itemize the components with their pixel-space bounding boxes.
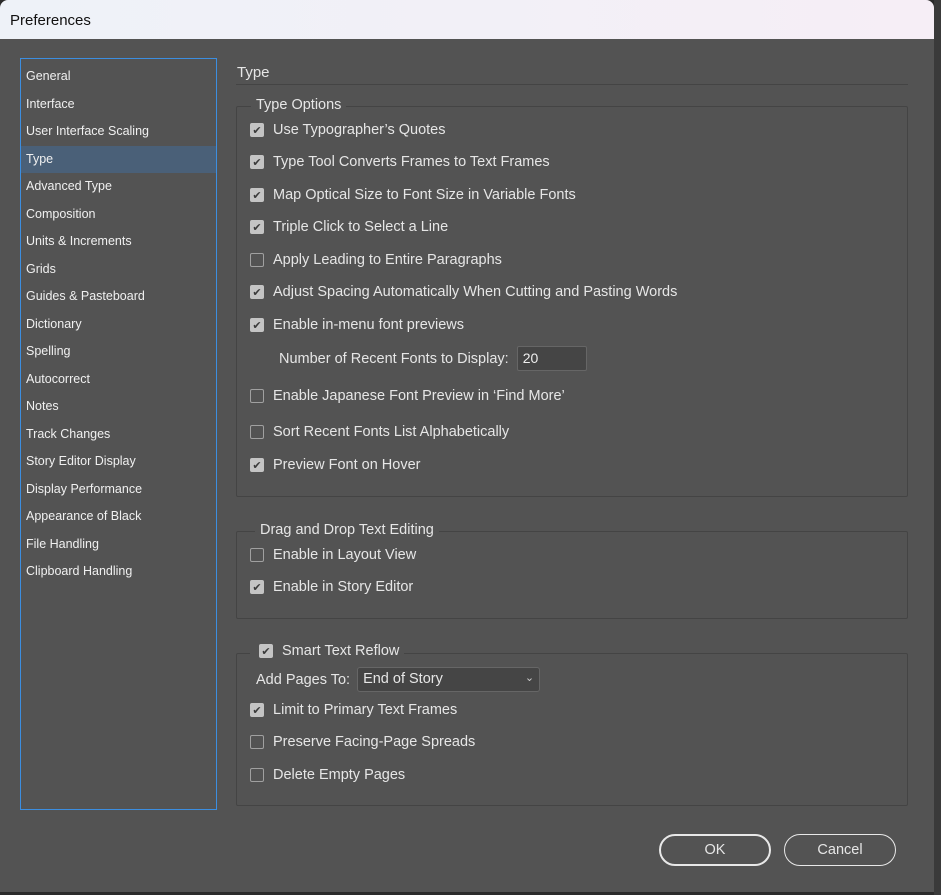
recent-fonts-row: Number of Recent Fonts to Display: 20 [279, 346, 587, 371]
option-label: Enable Japanese Font Preview in ‘Find Mo… [273, 388, 565, 404]
add-pages-label: Add Pages To: [256, 671, 351, 688]
option-label: Preserve Facing-Page Spreads [273, 734, 476, 750]
add-pages-row: Add Pages To: End of Story ⌄ [256, 667, 541, 692]
chevron-down-icon: ⌄ [524, 672, 535, 684]
checkbox-checked-icon: ✔ [250, 123, 264, 137]
sidebar-item-general[interactable]: General [21, 63, 216, 91]
checkbox-checked-icon: ✔ [250, 220, 264, 234]
checkbox-unchecked-icon [250, 735, 264, 749]
preferences-dialog: Preferences General Interface User Interfa… [0, 0, 934, 892]
add-pages-value: End of Story [363, 671, 443, 687]
option-label: Delete Empty Pages [273, 767, 406, 783]
recent-fonts-label: Number of Recent Fonts to Display: [279, 350, 509, 367]
checkbox-unchecked-icon [250, 425, 264, 439]
option-label: Apply Leading to Entire Paragraphs [273, 252, 502, 268]
option-label: Map Optical Size to Font Size in Variabl… [273, 187, 576, 203]
checkbox-unchecked-icon [250, 253, 264, 267]
option-label: Limit to Primary Text Frames [273, 702, 458, 718]
sidebar-item-notes[interactable]: Notes [21, 393, 216, 421]
divider [236, 84, 908, 85]
option-checkbox[interactable]: ✔ Enable in Story Editor [250, 579, 413, 595]
sidebar-item-story-editor-display[interactable]: Story Editor Display [21, 448, 216, 476]
sidebar-item-interface[interactable]: Interface [21, 91, 216, 119]
sidebar-item-spelling[interactable]: Spelling [21, 338, 216, 366]
sidebar-item-type[interactable]: Type [21, 145, 216, 173]
option-checkbox[interactable]: ✔ Use Typographer’s Quotes [250, 122, 446, 138]
option-label: Adjust Spacing Automatically When Cuttin… [273, 284, 678, 300]
sidebar-item-guides-pasteboard[interactable]: Guides & Pasteboard [21, 283, 216, 311]
smart-reflow-label: Smart Text Reflow [282, 643, 400, 659]
sidebar-item-advanced-type[interactable]: Advanced Type [21, 173, 216, 201]
sidebar-item-grids[interactable]: Grids [21, 256, 216, 284]
checkbox-checked-icon: ✔ [250, 285, 264, 299]
checkbox-unchecked-icon [250, 389, 264, 403]
option-label: Type Tool Converts Frames to Text Frames [273, 154, 550, 170]
option-checkbox[interactable]: ✔ Triple Click to Select a Line [250, 219, 448, 235]
option-label: Use Typographer’s Quotes [273, 122, 446, 138]
sidebar-item-clipboard-handling[interactable]: Clipboard Handling [21, 558, 216, 586]
recent-fonts-input[interactable]: 20 [516, 346, 587, 371]
sidebar-item-appearance-of-black[interactable]: Appearance of Black [21, 503, 216, 531]
checkbox-checked-icon: ✔ [250, 155, 264, 169]
option-checkbox[interactable]: Sort Recent Fonts List Alphabetically [250, 424, 509, 440]
option-label: Enable in Story Editor [273, 579, 414, 595]
sidebar-item-composition[interactable]: Composition [21, 201, 216, 229]
checkbox-checked-icon: ✔ [250, 703, 264, 717]
option-checkbox[interactable]: ✔ Map Optical Size to Font Size in Variab… [250, 187, 576, 203]
checkbox-unchecked-icon [250, 768, 264, 782]
option-label: Triple Click to Select a Line [273, 219, 449, 235]
sidebar-item-dictionary[interactable]: Dictionary [21, 311, 216, 339]
option-checkbox[interactable]: ✔ Enable in-menu font previews [250, 317, 464, 333]
cancel-button[interactable]: Cancel [784, 834, 896, 866]
sidebar-item-track-changes[interactable]: Track Changes [21, 421, 216, 449]
drag-drop-legend: Drag and Drop Text Editing [255, 522, 439, 538]
background-app [934, 0, 941, 895]
checkbox-checked-icon: ✔ [250, 580, 264, 594]
option-label: Enable in Layout View [273, 547, 417, 563]
checkbox-checked-icon: ✔ [250, 458, 264, 472]
option-checkbox[interactable]: Enable in Layout View [250, 547, 416, 563]
option-label: Enable in-menu font previews [273, 317, 465, 333]
smart-reflow-checkbox[interactable]: ✔ Smart Text Reflow [250, 643, 405, 659]
option-checkbox[interactable]: ✔ Limit to Primary Text Frames [250, 702, 457, 718]
dialog-title: Preferences [0, 0, 934, 39]
sidebar-item-units-increments[interactable]: Units & Increments [21, 228, 216, 256]
sidebar-item-file-handling[interactable]: File Handling [21, 531, 216, 559]
sidebar-item-autocorrect[interactable]: Autocorrect [21, 366, 216, 394]
option-checkbox[interactable]: ✔ Adjust Spacing Automatically When Cutti… [250, 284, 677, 300]
checkbox-checked-icon: ✔ [250, 318, 264, 332]
page-title: Type [237, 64, 270, 81]
checkbox-icon: ✔ [259, 644, 273, 658]
option-label: Sort Recent Fonts List Alphabetically [273, 424, 510, 440]
sidebar-item-display-performance[interactable]: Display Performance [21, 476, 216, 504]
option-checkbox[interactable]: Preserve Facing-Page Spreads [250, 734, 475, 750]
option-label: Preview Font on Hover [273, 457, 421, 473]
ok-button[interactable]: OK [659, 834, 771, 866]
checkbox-checked-icon: ✔ [250, 188, 264, 202]
option-checkbox[interactable]: Delete Empty Pages [250, 767, 405, 783]
option-checkbox[interactable]: Apply Leading to Entire Paragraphs [250, 252, 502, 268]
option-checkbox[interactable]: Enable Japanese Font Preview in ‘Find Mo… [250, 388, 565, 404]
drag-drop-group [236, 531, 908, 619]
sidebar-item-user-interface-scaling[interactable]: User Interface Scaling [21, 118, 216, 146]
add-pages-select[interactable]: End of Story ⌄ [357, 667, 541, 692]
option-checkbox[interactable]: ✔ Type Tool Converts Frames to Text Frame… [250, 154, 550, 170]
type-options-legend: Type Options [251, 97, 347, 113]
option-checkbox[interactable]: ✔ Preview Font on Hover [250, 457, 420, 473]
checkbox-unchecked-icon [250, 548, 264, 562]
category-list[interactable]: General Interface User Interface Scaling Ty… [20, 58, 217, 810]
